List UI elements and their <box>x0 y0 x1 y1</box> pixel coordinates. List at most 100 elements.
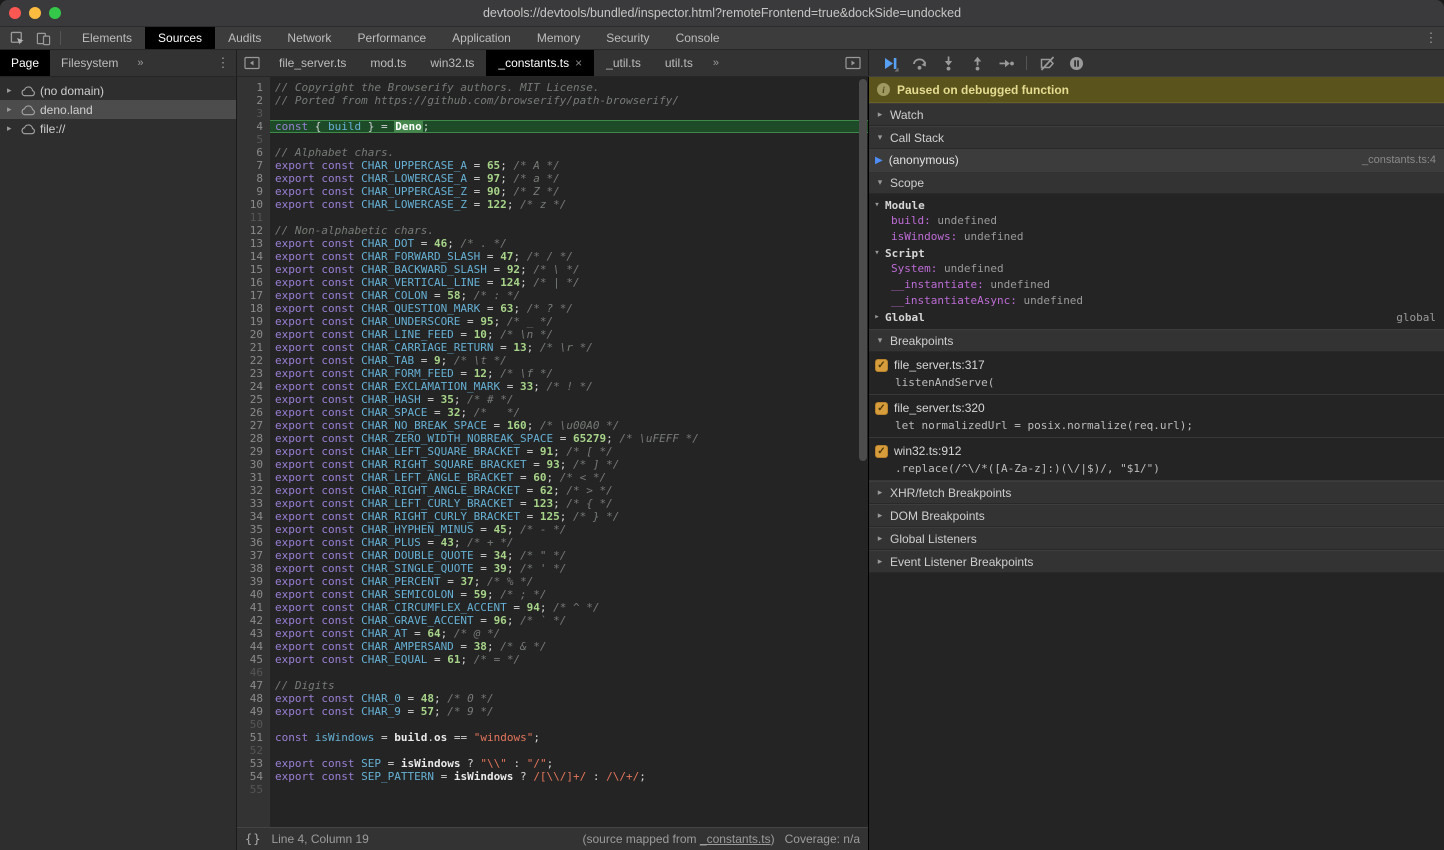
call-stack-frame[interactable]: ▶(anonymous)_constants.ts:4 <box>869 149 1444 171</box>
step-button[interactable] <box>995 53 1017 73</box>
scope-group-global[interactable]: ▸Globalglobal <box>869 309 1444 325</box>
line-number[interactable]: 10 <box>237 198 263 211</box>
resume-script-button[interactable] <box>879 53 901 73</box>
code-line[interactable]: export const CHAR_AMPERSAND = 38; /* & *… <box>270 640 868 653</box>
line-number[interactable]: 53 <box>237 757 263 770</box>
inspect-element-icon[interactable] <box>6 29 28 47</box>
line-number[interactable]: 22 <box>237 354 263 367</box>
tab-elements[interactable]: Elements <box>69 27 145 49</box>
code-line[interactable]: export const CHAR_ZERO_WIDTH_NOBREAK_SPA… <box>270 432 868 445</box>
step-into-button[interactable] <box>937 53 959 73</box>
scope-property[interactable]: System: undefined <box>869 261 1444 277</box>
line-number[interactable]: 19 <box>237 315 263 328</box>
code-line[interactable]: export const CHAR_LEFT_CURLY_BRACKET = 1… <box>270 497 868 510</box>
code-line[interactable]: export const CHAR_NO_BREAK_SPACE = 160; … <box>270 419 868 432</box>
close-tab-icon[interactable]: × <box>575 56 582 70</box>
section-event-listener-breakpoints[interactable]: ▸Event Listener Breakpoints <box>869 550 1444 573</box>
code-line[interactable]: export const SEP_PATTERN = isWindows ? /… <box>270 770 868 783</box>
code-line[interactable]: export const CHAR_CIRCUMFLEX_ACCENT = 94… <box>270 601 868 614</box>
line-number[interactable]: 48 <box>237 692 263 705</box>
code-line[interactable]: export const CHAR_GRAVE_ACCENT = 96; /* … <box>270 614 868 627</box>
code-line[interactable]: export const CHAR_LEFT_ANGLE_BRACKET = 6… <box>270 471 868 484</box>
line-number[interactable]: 30 <box>237 458 263 471</box>
code-line[interactable]: export const CHAR_PERCENT = 37; /* % */ <box>270 575 868 588</box>
code-line[interactable]: export const CHAR_VERTICAL_LINE = 124; /… <box>270 276 868 289</box>
line-number[interactable]: 52 <box>237 744 263 757</box>
breakpoint-checkbox[interactable]: ✓ <box>875 359 888 372</box>
line-number[interactable]: 1 <box>237 81 263 94</box>
line-number[interactable]: 15 <box>237 263 263 276</box>
tab-audits[interactable]: Audits <box>215 27 274 49</box>
line-number[interactable]: 25 <box>237 393 263 406</box>
line-number[interactable]: 43 <box>237 627 263 640</box>
line-number[interactable]: 24 <box>237 380 263 393</box>
line-number[interactable]: 3 <box>237 107 263 120</box>
line-number[interactable]: 28 <box>237 432 263 445</box>
code-line[interactable]: export const CHAR_UPPERCASE_A = 65; /* A… <box>270 159 868 172</box>
line-number[interactable]: 45 <box>237 653 263 666</box>
code-line[interactable]: // Alphabet chars. <box>270 146 868 159</box>
scope-group-script[interactable]: ▾Script <box>869 245 1444 261</box>
breakpoint-entry[interactable]: ✓file_server.ts:320let normalizedUrl = p… <box>869 395 1444 438</box>
device-toolbar-icon[interactable] <box>32 29 54 47</box>
line-number[interactable]: 42 <box>237 614 263 627</box>
section-watch[interactable]: ▸ Watch <box>869 103 1444 126</box>
code-line[interactable]: export const CHAR_COLON = 58; /* : */ <box>270 289 868 302</box>
navigator-overflow-chevron[interactable]: » <box>129 50 151 76</box>
code-line[interactable]: export const CHAR_DOT = 46; /* . */ <box>270 237 868 250</box>
file-tab-util-ts[interactable]: util.ts <box>653 50 705 76</box>
tab-sources[interactable]: Sources <box>145 27 215 49</box>
line-number[interactable]: 32 <box>237 484 263 497</box>
navigator-menu-button[interactable]: ⋮ <box>210 50 236 76</box>
code-line[interactable]: // Digits <box>270 679 868 692</box>
file-tab-util-ts[interactable]: _util.ts <box>594 50 653 76</box>
code-line[interactable]: // Copyright the Browserify authors. MIT… <box>270 81 868 94</box>
code-line[interactable]: export const CHAR_SINGLE_QUOTE = 39; /* … <box>270 562 868 575</box>
scope-property[interactable]: build: undefined <box>869 213 1444 229</box>
breakpoint-code-snippet[interactable]: .replace(/^\/*([A-Za-z]:)(\/|$)/, "$1/") <box>875 460 1438 475</box>
line-number[interactable]: 14 <box>237 250 263 263</box>
navigator-tab-page[interactable]: Page <box>0 50 50 76</box>
file-tab-constants-ts[interactable]: _constants.ts× <box>486 50 594 76</box>
paused-line[interactable]: const { build } = Deno; <box>270 120 868 133</box>
code-line[interactable]: export const CHAR_0 = 48; /* 0 */ <box>270 692 868 705</box>
line-number[interactable]: 31 <box>237 471 263 484</box>
section-xhr-fetch-breakpoints[interactable]: ▸XHR/fetch Breakpoints <box>869 481 1444 504</box>
line-number[interactable]: 46 <box>237 666 263 679</box>
breakpoint-code-snippet[interactable]: let normalizedUrl = posix.normalize(req.… <box>875 417 1438 432</box>
line-number[interactable]: 40 <box>237 588 263 601</box>
code-line[interactable]: export const CHAR_QUESTION_MARK = 63; /*… <box>270 302 868 315</box>
section-breakpoints[interactable]: ▾ Breakpoints <box>869 329 1444 352</box>
line-number[interactable]: 18 <box>237 302 263 315</box>
tab-security[interactable]: Security <box>593 27 662 49</box>
code-line[interactable]: export const CHAR_UNDERSCORE = 95; /* _ … <box>270 315 868 328</box>
code-line[interactable]: export const CHAR_PLUS = 43; /* + */ <box>270 536 868 549</box>
line-number[interactable]: 13 <box>237 237 263 250</box>
code-line[interactable]: export const CHAR_SPACE = 32; /* */ <box>270 406 868 419</box>
code-line[interactable]: export const CHAR_EXCLAMATION_MARK = 33;… <box>270 380 868 393</box>
breakpoint-code-snippet[interactable]: listenAndServe( <box>875 374 1438 389</box>
code-line[interactable] <box>270 211 868 224</box>
line-number[interactable]: 35 <box>237 523 263 536</box>
code-line[interactable]: export const CHAR_RIGHT_CURLY_BRACKET = … <box>270 510 868 523</box>
line-number[interactable]: 26 <box>237 406 263 419</box>
code-line[interactable]: export const CHAR_BACKWARD_SLASH = 92; /… <box>270 263 868 276</box>
pause-on-exceptions-button[interactable] <box>1065 53 1087 73</box>
code-line[interactable]: export const CHAR_LOWERCASE_A = 97; /* a… <box>270 172 868 185</box>
line-number[interactable]: 6 <box>237 146 263 159</box>
code-line[interactable]: // Non-alphabetic chars. <box>270 224 868 237</box>
tab-network[interactable]: Network <box>274 27 344 49</box>
line-number[interactable]: 37 <box>237 549 263 562</box>
code-line[interactable]: export const CHAR_AT = 64; /* @ */ <box>270 627 868 640</box>
code-line[interactable]: export const CHAR_UPPERCASE_Z = 90; /* Z… <box>270 185 868 198</box>
code-area[interactable]: // Copyright the Browserify authors. MIT… <box>270 77 868 827</box>
code-line[interactable]: export const CHAR_FORM_FEED = 12; /* \f … <box>270 367 868 380</box>
line-number[interactable]: 8 <box>237 172 263 185</box>
scope-property[interactable]: __instantiate: undefined <box>869 277 1444 293</box>
section-scope[interactable]: ▾ Scope <box>869 171 1444 194</box>
code-line[interactable]: export const SEP = isWindows ? "\\" : "/… <box>270 757 868 770</box>
line-number[interactable]: 2 <box>237 94 263 107</box>
pretty-print-icon[interactable]: {} <box>245 832 261 846</box>
breakpoint-checkbox[interactable]: ✓ <box>875 445 888 458</box>
collapse-navigator-icon[interactable] <box>237 50 267 76</box>
